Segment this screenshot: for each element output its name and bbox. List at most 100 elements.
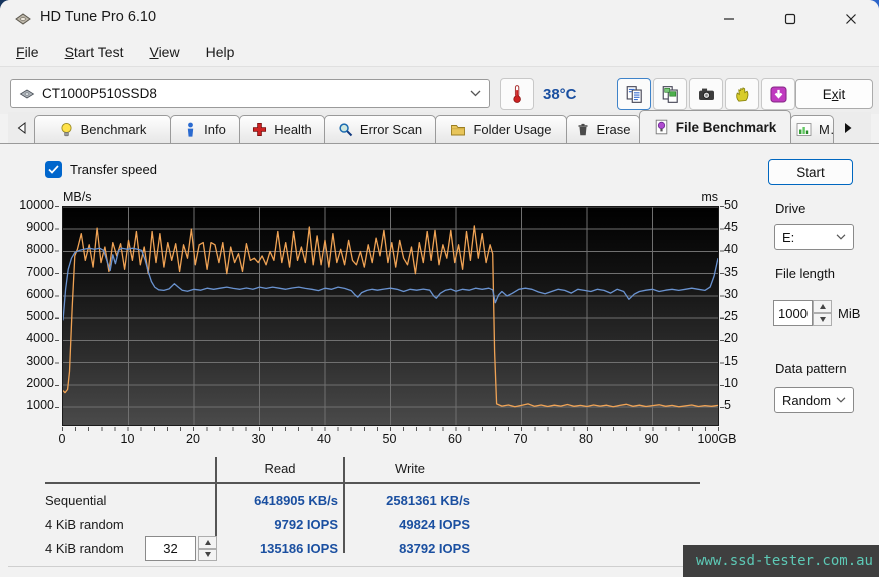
- tab-more[interactable]: M…: [790, 115, 834, 143]
- tab-file-benchmark[interactable]: File Benchmark: [639, 110, 791, 143]
- screenshot-button[interactable]: [689, 78, 723, 110]
- close-icon: [846, 14, 856, 24]
- tab-folder-usage[interactable]: Folder Usage: [435, 115, 567, 143]
- watermark: www.ssd-tester.com.au: [683, 545, 879, 577]
- triangle-down-icon: [819, 317, 826, 322]
- tab-label: M…: [819, 122, 833, 137]
- thermometer-icon: [513, 85, 521, 103]
- axis-tick-label: 30: [251, 432, 266, 446]
- queue-depth-input[interactable]: [145, 536, 196, 561]
- axis-tick-label: 10000: [19, 198, 54, 212]
- tab-label: Folder Usage: [473, 122, 552, 137]
- maximize-button[interactable]: [767, 0, 813, 38]
- tab-health[interactable]: Health: [239, 115, 325, 143]
- axis-tick-label: 40: [724, 242, 738, 257]
- window-title: HD Tune Pro 6.10: [40, 9, 157, 25]
- axis-tick-label: 70: [513, 432, 528, 446]
- pan-hand-button[interactable]: [725, 78, 759, 110]
- read-column-header: Read: [264, 461, 296, 476]
- axis-tick-label: 25: [724, 309, 738, 324]
- tab-bar: Benchmark Info Health Error Scan Folder …: [8, 110, 871, 143]
- row-label-4kib-random: 4 KiB random: [45, 517, 124, 532]
- file-length-spinner: [813, 300, 832, 326]
- axis-tick-label: 2000: [26, 375, 54, 390]
- file-length-label: File length: [775, 266, 835, 281]
- chevron-down-icon: [470, 90, 481, 97]
- trash-icon: [577, 123, 588, 136]
- data-pattern-label: Data pattern: [775, 361, 847, 376]
- save-download-icon: [769, 85, 787, 103]
- maximize-icon: [784, 13, 796, 25]
- chart-canvas: [62, 206, 719, 425]
- exit-button[interactable]: Ex it: [795, 79, 873, 109]
- menu-view[interactable]: View: [143, 42, 185, 62]
- copy-report-icon: [626, 85, 642, 103]
- axis-tick-label: 50: [382, 432, 397, 446]
- tab-error-scan[interactable]: Error Scan: [324, 115, 436, 143]
- transfer-speed-chart: [62, 206, 719, 426]
- toolbar: CT1000P510SSD8 38°C E x it: [0, 66, 879, 114]
- axis-tick-label: 15: [724, 353, 738, 368]
- table-header-underline: [45, 482, 700, 484]
- tab-erase[interactable]: Erase: [566, 115, 640, 143]
- axis-tick-label: 5000: [26, 309, 54, 324]
- menu-file[interactable]: File: [10, 42, 45, 62]
- spin-up-button[interactable]: [813, 300, 832, 313]
- menu-bar: File Start Test View Help: [0, 38, 879, 66]
- magnifier-icon: [339, 123, 353, 137]
- folder-icon: [451, 125, 466, 136]
- axis-tick-label: 5: [724, 398, 731, 413]
- exit-label-accel: x: [831, 86, 839, 102]
- random-read-value: 9792 IOPS: [274, 517, 338, 532]
- hand-icon: [735, 86, 748, 102]
- start-button[interactable]: Start: [768, 159, 853, 185]
- copy-report-button[interactable]: [617, 78, 651, 110]
- axis-tick-label: 35: [724, 264, 738, 279]
- tab-label: File Benchmark: [675, 119, 777, 135]
- file-length-input[interactable]: [773, 300, 813, 326]
- axis-tick-label: 0: [58, 432, 66, 446]
- axis-tick-label: 100GB: [697, 432, 737, 446]
- tab-benchmark[interactable]: Benchmark: [34, 115, 171, 143]
- tab-label: Error Scan: [359, 122, 423, 137]
- tab-info[interactable]: Info: [170, 115, 240, 143]
- copy-image-icon: [662, 85, 678, 103]
- menu-start-test[interactable]: Start Test: [59, 42, 130, 62]
- row-label-sequential: Sequential: [45, 493, 107, 508]
- minimize-button[interactable]: [706, 0, 752, 38]
- temperature-value: 38°C: [543, 86, 577, 103]
- drive-combo[interactable]: E:: [774, 224, 854, 250]
- axis-tick-label: 10: [120, 432, 135, 446]
- close-button[interactable]: [828, 0, 874, 38]
- tab-scroll-left-button[interactable]: [8, 115, 34, 141]
- axis-tick-label: 20: [186, 432, 200, 446]
- info-icon: [187, 122, 194, 137]
- axis-tick-label: 45: [724, 220, 738, 235]
- chevron-down-icon: [836, 397, 846, 403]
- tab-label: Erase: [596, 122, 631, 137]
- drive-combo-value: E:: [782, 229, 795, 245]
- save-download-button[interactable]: [761, 78, 795, 110]
- disk-icon: [19, 89, 35, 98]
- random-qd-write-value: 83792 IOPS: [399, 541, 470, 556]
- copy-image-button[interactable]: [653, 78, 687, 110]
- data-pattern-combo[interactable]: Random: [774, 387, 854, 413]
- temperature-button[interactable]: [500, 78, 534, 110]
- drive-select-combo[interactable]: CT1000P510SSD8: [10, 79, 490, 108]
- tab-scroll-right-button[interactable]: [835, 115, 861, 141]
- y-right-axis-unit: ms: [701, 190, 718, 204]
- axis-tick-label: 3000: [26, 353, 54, 368]
- axis-tick-label: 90: [644, 432, 659, 446]
- transfer-speed-checkbox[interactable]: [45, 161, 62, 178]
- menu-help[interactable]: Help: [200, 42, 241, 62]
- chevron-down-icon: [836, 234, 846, 240]
- sequential-write-value: 2581361 KB/s: [386, 493, 470, 508]
- axis-tick-label: 20: [724, 331, 738, 346]
- exit-label-part: it: [838, 86, 846, 102]
- app-window: HD Tune Pro 6.10 File Start Test View He…: [0, 0, 879, 577]
- axis-tick-label: 9000: [26, 220, 54, 235]
- spin-down-button[interactable]: [813, 313, 832, 326]
- health-cross-icon: [253, 122, 267, 137]
- drive-combo-value: CT1000P510SSD8: [42, 86, 157, 101]
- random-write-value: 49824 IOPS: [399, 517, 470, 532]
